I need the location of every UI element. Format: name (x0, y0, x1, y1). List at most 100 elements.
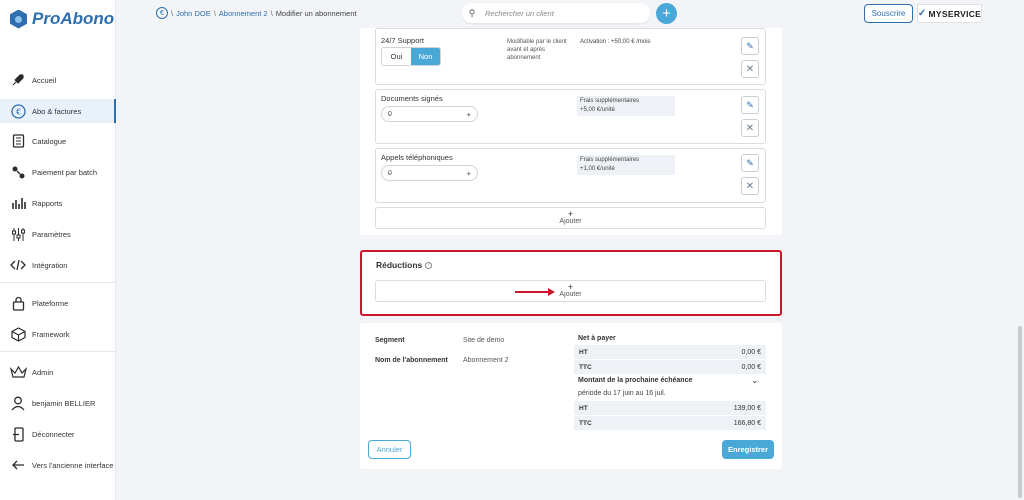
sidebar-item-label: Abo & factures (32, 106, 82, 116)
sliders-icon (9, 225, 27, 243)
net-title: Net à payer (578, 335, 616, 342)
sidebar-item-rapports[interactable]: Rapports (0, 191, 116, 215)
search-icon: ⚲ (468, 7, 476, 18)
sidebar-item-admin[interactable]: Admin (0, 360, 116, 384)
sidebar-item-parametres[interactable]: Paramètres (0, 222, 116, 246)
breadcrumb-subscription[interactable]: Abonnement 2 (219, 9, 268, 18)
edit-button[interactable]: ✎ (741, 154, 759, 172)
option-label: Documents signés (381, 94, 443, 103)
remove-button[interactable]: ✕ (741, 177, 759, 195)
quantity-stepper[interactable]: - 0 + (381, 106, 478, 122)
sidebar: ProAbono Accueil € Abo & factures Catalo… (0, 0, 116, 500)
lock-icon (9, 294, 27, 312)
cancel-button[interactable]: Annuler (368, 440, 411, 459)
option-calls: Appels téléphoniques - 0 + Frais supplém… (375, 148, 766, 203)
increment-button[interactable]: + (467, 169, 471, 178)
chart-icon (9, 194, 27, 212)
edit-button[interactable]: ✎ (741, 96, 759, 114)
crown-icon (9, 363, 27, 381)
sidebar-item-integration[interactable]: Intégration (0, 253, 116, 277)
yes-no-toggle: Oui Non (381, 47, 441, 66)
sidebar-item-framework[interactable]: Framework (0, 322, 116, 346)
sidebar-item-label: Paiement par batch (32, 167, 98, 177)
segment-value: Site de demo (463, 337, 505, 344)
sidebar-item-abo-factures[interactable]: € Abo & factures (0, 99, 116, 123)
plus-icon: + (567, 282, 574, 292)
logo-icon (10, 9, 27, 29)
option-documents: Documents signés - 0 + Frais supplémenta… (375, 89, 766, 144)
subscription-name-label: Nom de l'abonnement (375, 357, 448, 364)
rocket-icon (9, 71, 27, 89)
euro-icon: € (156, 7, 168, 19)
reductions-title: Réductions ? (376, 260, 433, 270)
search-placeholder: Rechercher un client (485, 8, 554, 18)
net-ttc-row: TTC 0,00 € (574, 360, 766, 374)
app-logo[interactable]: ProAbono (10, 9, 114, 29)
sidebar-item-label: Catalogue (32, 136, 67, 146)
option-support: 24/7 Support Oui Non Modifiable par le c… (375, 28, 766, 85)
sidebar-item-label: Accueil (32, 75, 57, 85)
sidebar-item-deconnecter[interactable]: Déconnecter (0, 422, 116, 446)
sidebar-item-label: Framework (32, 329, 70, 339)
quantity-value: 0 (388, 110, 392, 118)
option-label: 24/7 Support (381, 36, 424, 45)
brand-name: MYSERVICE (928, 8, 982, 19)
sidebar-item-label: benjamin BELLIER (32, 398, 96, 408)
plus-icon: + (567, 209, 574, 219)
subscribe-button[interactable]: Souscrire (864, 4, 913, 23)
sidebar-item-label: Intégration (32, 260, 68, 270)
sidebar-item-catalogue[interactable]: Catalogue (0, 129, 116, 153)
sidebar-item-accueil[interactable]: Accueil (0, 68, 116, 92)
breadcrumb: € \ John DOE \ Abonnement 2 \ Modifier u… (156, 7, 357, 19)
scrollbar[interactable] (1018, 326, 1022, 498)
sidebar-item-label: Admin (32, 367, 54, 377)
catalog-icon (9, 132, 27, 150)
subscription-name-value: Abonnement 2 (463, 357, 509, 364)
option-note: Modifiable par le client avant et après … (507, 39, 567, 61)
quantity-stepper[interactable]: - 0 + (381, 165, 478, 181)
next-ht-row: HT 139,00 € (574, 401, 766, 415)
add-option-button[interactable]: + Ajouter (375, 207, 766, 229)
sidebar-item-ancienne-interface[interactable]: Vers l'ancienne interface (0, 453, 116, 477)
cube-icon (9, 325, 27, 343)
code-icon (9, 256, 27, 274)
brand-mark-icon: ✓ (917, 8, 927, 19)
sidebar-divider (0, 282, 116, 283)
sidebar-item-label: Déconnecter (32, 429, 75, 439)
next-ttc-row: TTC 166,80 € (574, 416, 766, 430)
option-price: Frais supplémentaires +1,00 €/unité (577, 155, 675, 175)
edit-button[interactable]: ✎ (741, 37, 759, 55)
search-input[interactable]: ⚲ Rechercher un client (462, 3, 650, 23)
next-due-title: Montant de la prochaine échéance (578, 377, 693, 384)
remove-button[interactable]: ✕ (741, 119, 759, 137)
breadcrumb-customer[interactable]: John DOE (176, 9, 211, 18)
breadcrumb-current: Modifier un abonnement (275, 8, 357, 18)
increment-button[interactable]: + (467, 110, 471, 119)
period-text: période du 17 juin au 16 juil. (578, 390, 666, 397)
toggle-no[interactable]: Non (411, 48, 440, 65)
option-price: Activation : +50,00 € /mois (577, 37, 677, 48)
save-button[interactable]: Enregistrer (722, 440, 774, 459)
sidebar-item-paiement-batch[interactable]: Paiement par batch (0, 160, 116, 184)
segment-label: Segment (375, 337, 405, 344)
toggle-yes[interactable]: Oui (382, 48, 411, 65)
chevron-down-icon[interactable]: ⌄ (751, 375, 759, 386)
sidebar-item-label: Rapports (32, 198, 63, 208)
euro-icon: € (9, 102, 27, 120)
option-price: Frais supplémentaires +5,00 €/unité (577, 96, 675, 116)
back-arrow-icon (9, 456, 27, 474)
sidebar-divider (0, 351, 116, 352)
net-ht-row: HT 0,00 € (574, 345, 766, 359)
svg-text:€: € (15, 107, 20, 116)
help-icon[interactable]: ? (425, 261, 433, 269)
add-reduction-button[interactable]: + Ajouter (375, 280, 766, 302)
option-label: Appels téléphoniques (381, 153, 453, 162)
app-name: ProAbono (32, 9, 115, 28)
quantity-value: 0 (388, 169, 392, 177)
sidebar-item-user[interactable]: benjamin BELLIER (0, 391, 116, 415)
brand-logo[interactable]: ✓ MYSERVICE (917, 4, 982, 23)
remove-button[interactable]: ✕ (741, 60, 759, 78)
quick-add-button[interactable]: + (656, 3, 677, 24)
sidebar-item-plateforme[interactable]: Plateforme (0, 291, 116, 315)
sidebar-item-label: Plateforme (32, 298, 69, 308)
